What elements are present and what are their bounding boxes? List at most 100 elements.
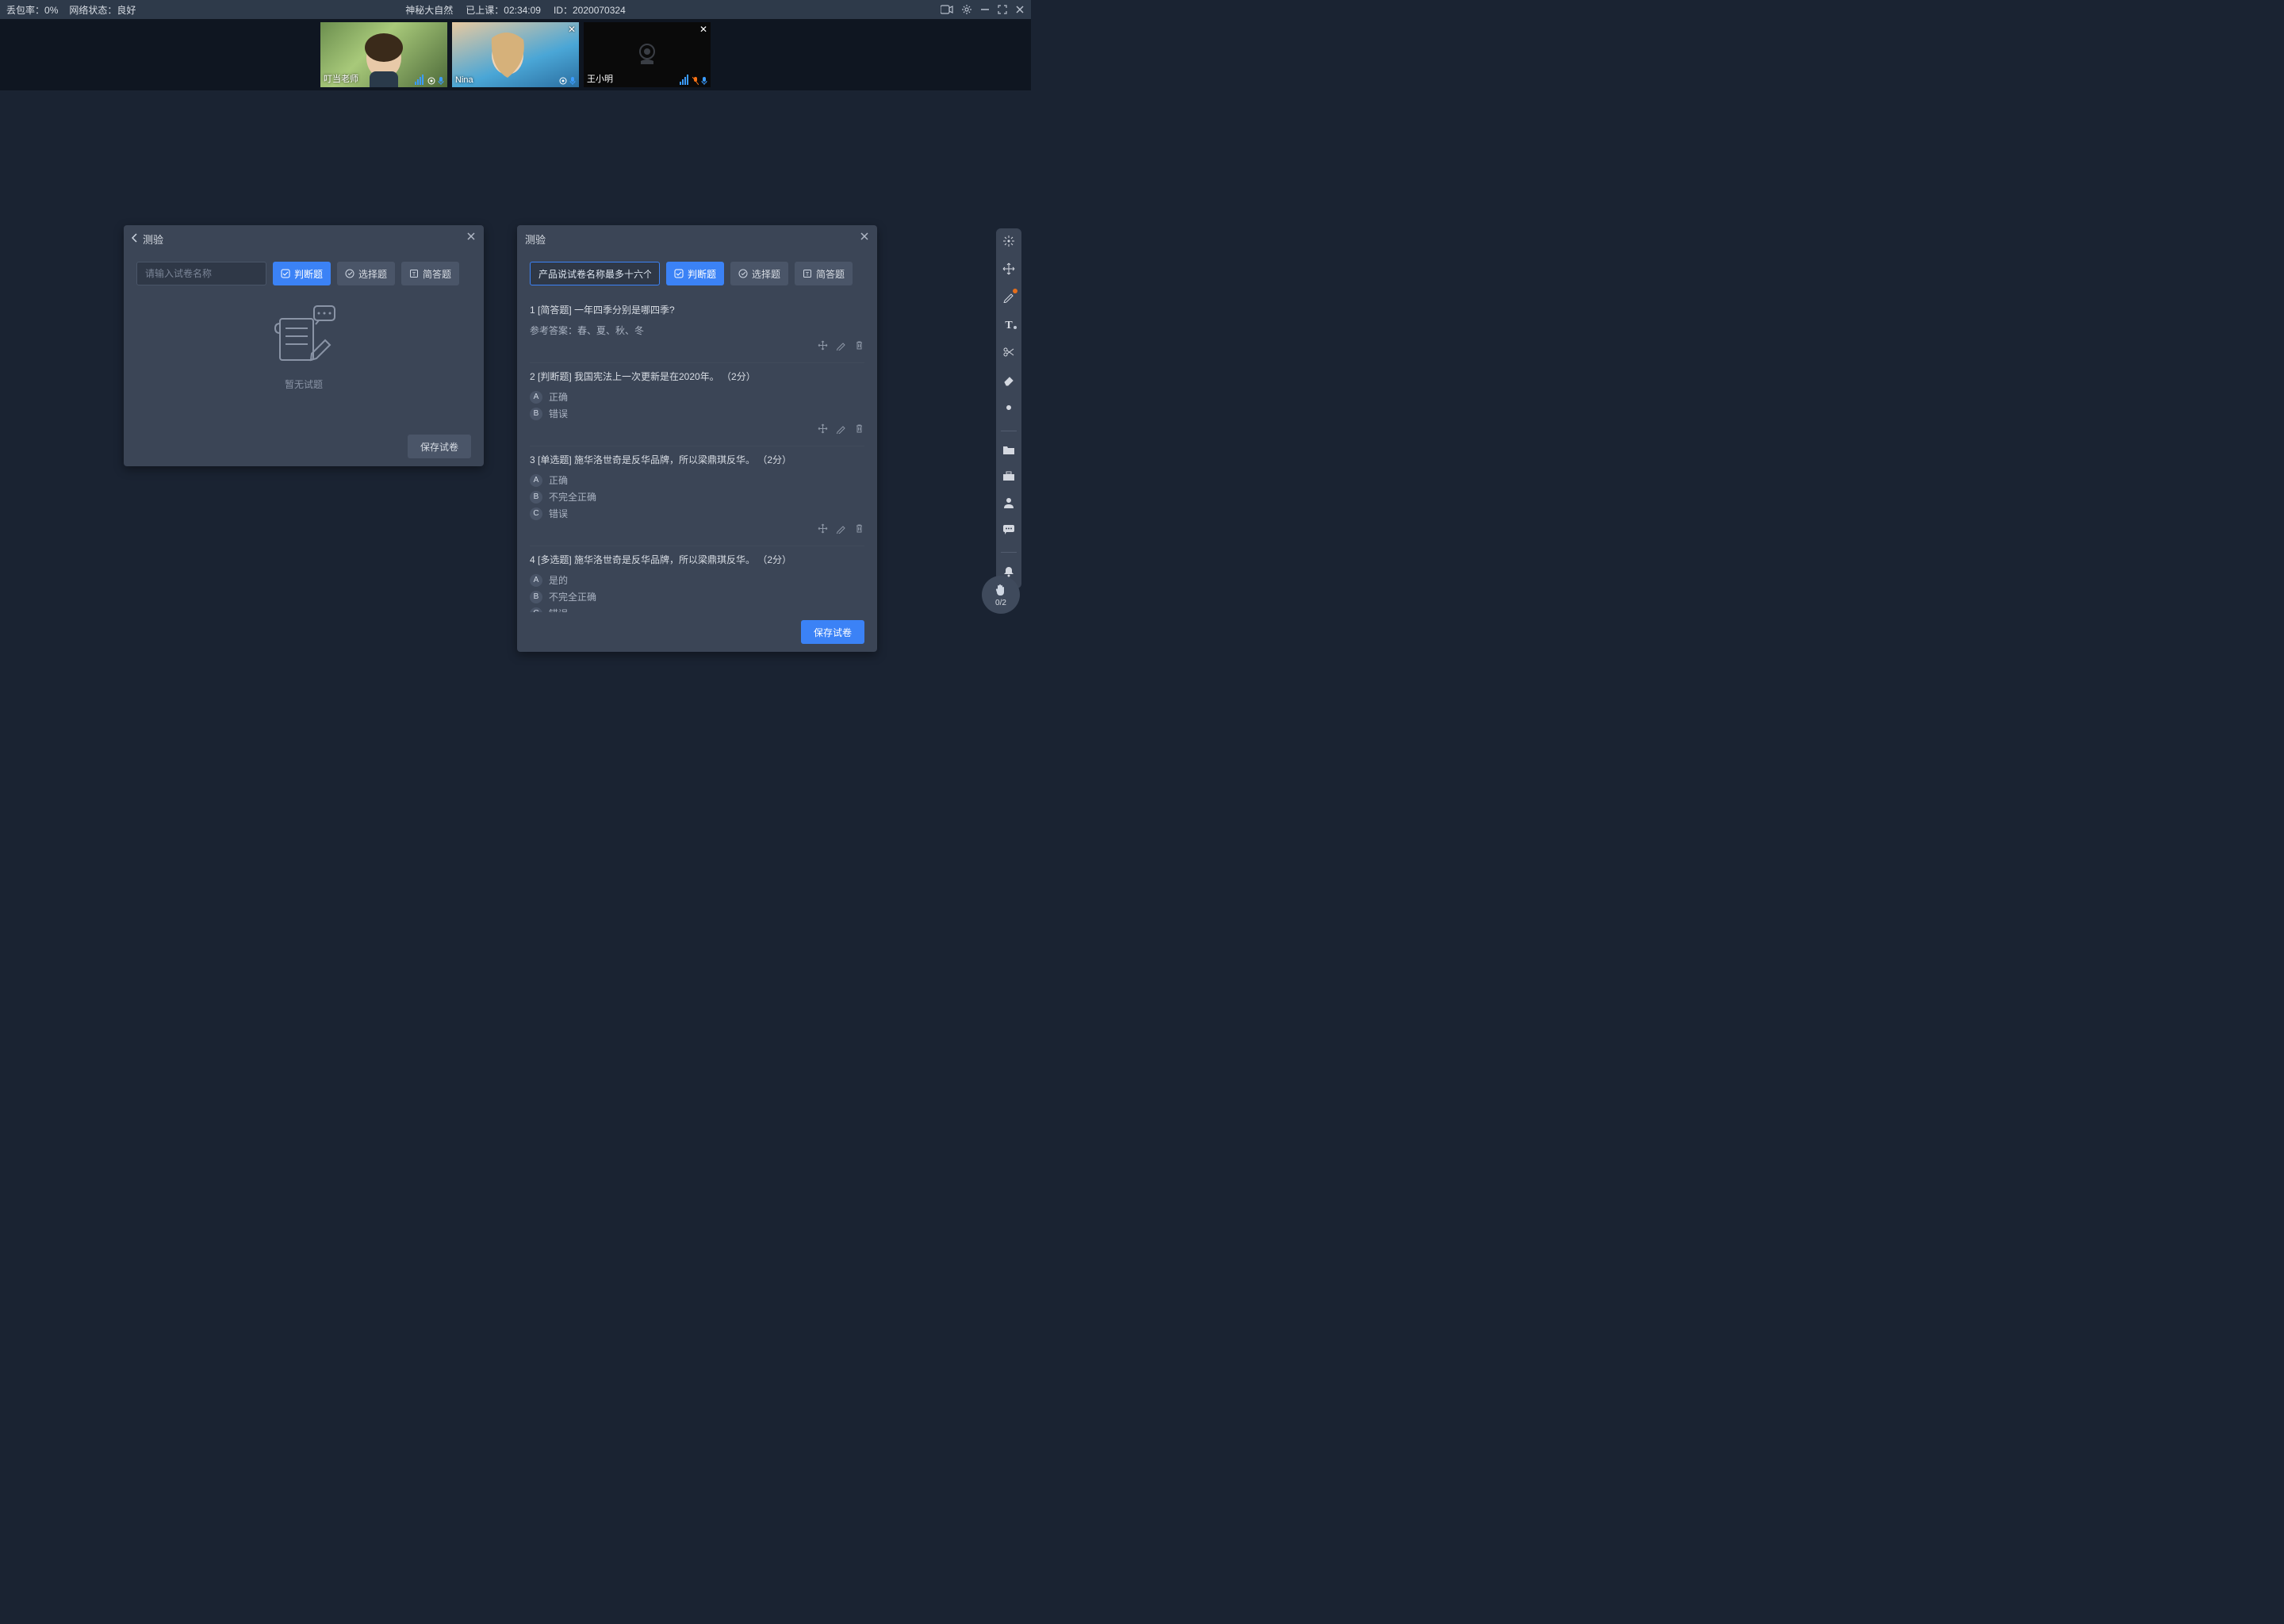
option-text: 不完全正确 xyxy=(549,490,596,504)
video-tile[interactable]: ✕ Nina xyxy=(452,22,579,87)
short-answer-button[interactable]: T 简答题 xyxy=(401,262,459,285)
edit-question-icon[interactable] xyxy=(836,523,846,536)
option-letter: B xyxy=(530,591,542,603)
scissors-icon[interactable] xyxy=(1002,346,1015,362)
hand-raise-badge[interactable]: 0/2 xyxy=(982,576,1020,614)
option-letter: C xyxy=(530,508,542,520)
microphone-icon xyxy=(438,77,444,85)
svg-text:T: T xyxy=(1005,320,1013,331)
empty-caption: 暂无试题 xyxy=(285,377,323,391)
pen-icon[interactable] xyxy=(1002,290,1015,307)
settings-icon[interactable] xyxy=(961,4,972,15)
audio-level-icon xyxy=(415,75,423,85)
question-option: A 正确 xyxy=(530,390,864,404)
option-letter: A xyxy=(530,391,542,404)
question-option: C错误 xyxy=(530,607,864,612)
edit-question-icon[interactable] xyxy=(836,340,846,353)
move-question-icon[interactable] xyxy=(818,340,828,353)
move-icon[interactable] xyxy=(1002,262,1015,279)
move-question-icon[interactable] xyxy=(818,523,828,536)
question-option: B 不完全正确 xyxy=(530,490,864,504)
fullscreen-icon[interactable] xyxy=(998,5,1007,14)
choice-question-button[interactable]: 选择题 xyxy=(337,262,395,285)
elapsed-time: 已上课：02:34:09 xyxy=(466,3,541,17)
toolbox-icon[interactable] xyxy=(1002,470,1015,485)
option-letter: A xyxy=(530,574,542,587)
question-option: B 错误 xyxy=(530,407,864,420)
course-title: 神秘大自然 xyxy=(405,3,453,17)
back-icon[interactable] xyxy=(132,233,138,245)
question-option: C 错误 xyxy=(530,507,864,520)
question-title: 1 [简答题] 一年四季分别是哪四季? xyxy=(530,303,864,317)
question-option: B 不完全正确 xyxy=(530,590,864,603)
camera-toggle-icon[interactable] xyxy=(941,5,953,14)
right-toolbar: T xyxy=(996,228,1021,588)
delete-question-icon[interactable] xyxy=(854,340,864,353)
question-item: 2 [判断题] 我国宪法上一次更新是在2020年。 （2分） A 正确 B 错误 xyxy=(530,363,864,446)
video-tile[interactable]: 叮当老师 xyxy=(320,22,447,87)
close-panel-icon[interactable] xyxy=(860,232,869,243)
question-option: A 是的 xyxy=(530,573,864,587)
option-letter: A xyxy=(530,474,542,487)
dot-tool-icon[interactable] xyxy=(1002,401,1015,418)
choice-question-button[interactable]: 选择题 xyxy=(730,262,788,285)
question-item: 4 [多选题] 施华洛世奇是反华品牌，所以梁鼎琪反华。 （2分） A 是的 B 不完全正… xyxy=(530,546,864,612)
question-title: 3 [单选题] 施华洛世奇是反华品牌，所以梁鼎琪反华。 （2分） xyxy=(530,453,864,467)
close-window-icon[interactable] xyxy=(1015,5,1025,14)
quiz-name-input[interactable] xyxy=(530,262,660,285)
chat-icon[interactable] xyxy=(1002,524,1015,539)
session-id: ID：2020070324 xyxy=(554,3,626,17)
save-quiz-button[interactable]: 保存试卷 xyxy=(801,620,864,644)
question-option: A 正确 xyxy=(530,473,864,487)
top-status-bar: 丢包率：0% 网络状态：良好 神秘大自然 已上课：02:34:09 ID：202… xyxy=(0,0,1031,19)
folder-icon[interactable] xyxy=(1002,444,1015,459)
option-letter: B xyxy=(530,491,542,504)
close-panel-icon[interactable] xyxy=(466,232,476,243)
camera-icon xyxy=(559,77,567,85)
quiz-panel-empty: 测验 判断题 选择题 T 简答题 xyxy=(124,225,484,466)
option-text: 错误 xyxy=(549,607,568,612)
video-tile[interactable]: ✕ 王小明 xyxy=(584,22,711,87)
option-letter: B xyxy=(530,408,542,420)
microphone-muted-icon xyxy=(692,77,699,85)
participant-name: Nina xyxy=(455,75,473,85)
short-answer-button[interactable]: T 简答题 xyxy=(795,262,853,285)
eraser-icon[interactable] xyxy=(1002,373,1015,390)
move-question-icon[interactable] xyxy=(818,423,828,436)
quiz-name-input[interactable] xyxy=(136,262,266,285)
packet-loss: 丢包率：0% xyxy=(6,3,58,17)
camera-icon xyxy=(427,77,435,85)
svg-text:T: T xyxy=(806,272,810,278)
audio-level-icon xyxy=(680,75,688,85)
save-quiz-button[interactable]: 保存试卷 xyxy=(408,435,471,458)
option-text: 是的 xyxy=(549,573,568,587)
microphone-icon xyxy=(569,77,576,85)
judge-question-button[interactable]: 判断题 xyxy=(273,262,331,285)
hand-count: 0/2 xyxy=(995,599,1006,607)
panel-title: 测验 xyxy=(525,232,546,247)
option-text: 错误 xyxy=(549,507,568,520)
person-icon[interactable] xyxy=(1002,496,1015,513)
participant-name: 叮当老师 xyxy=(324,72,358,85)
option-text: 错误 xyxy=(549,407,568,420)
cursor-click-icon[interactable] xyxy=(1002,235,1015,251)
close-tile-icon[interactable]: ✕ xyxy=(699,24,707,35)
option-text: 正确 xyxy=(549,473,568,487)
network-status: 网络状态：良好 xyxy=(69,3,136,17)
delete-question-icon[interactable] xyxy=(854,523,864,536)
question-title: 4 [多选题] 施华洛世奇是反华品牌，所以梁鼎琪反华。 （2分） xyxy=(530,553,864,567)
question-title: 2 [判断题] 我国宪法上一次更新是在2020年。 （2分） xyxy=(530,370,864,384)
svg-text:T: T xyxy=(412,272,416,278)
quiz-panel-filled: 测验 判断题 选择题 T 简答题 1 [简答题] 一年四季分别是哪四季?参考答案… xyxy=(517,225,877,652)
question-item: 1 [简答题] 一年四季分别是哪四季?参考答案：春、夏、秋、冬 xyxy=(530,297,864,363)
minimize-icon[interactable] xyxy=(980,5,990,14)
participant-name: 王小明 xyxy=(587,72,613,85)
question-item: 3 [单选题] 施华洛世奇是反华品牌，所以梁鼎琪反华。 （2分） A 正确 B 不完全正… xyxy=(530,446,864,546)
close-tile-icon[interactable]: ✕ xyxy=(568,24,576,35)
judge-question-button[interactable]: 判断题 xyxy=(666,262,724,285)
option-text: 不完全正确 xyxy=(549,590,596,603)
delete-question-icon[interactable] xyxy=(854,423,864,436)
text-icon[interactable]: T xyxy=(1002,318,1015,335)
edit-question-icon[interactable] xyxy=(836,423,846,436)
option-text: 正确 xyxy=(549,390,568,404)
